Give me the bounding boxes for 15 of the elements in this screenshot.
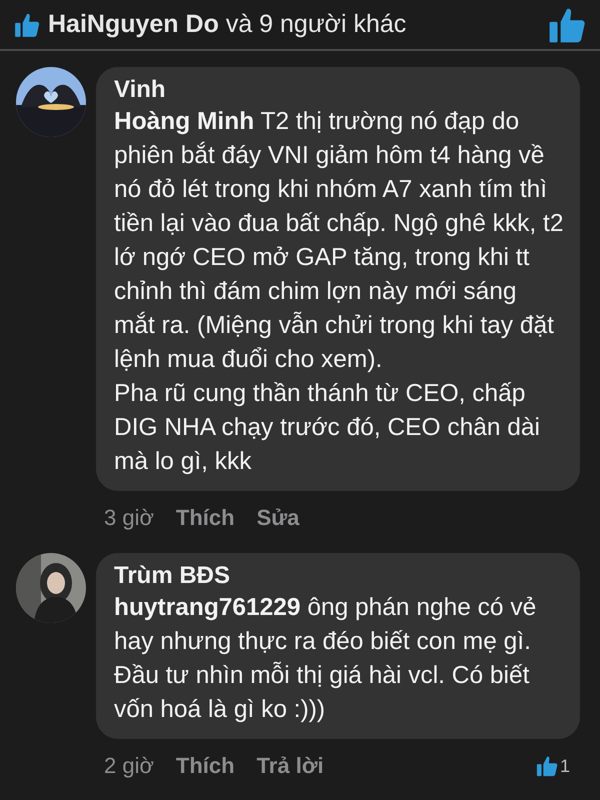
like-icon — [14, 12, 40, 38]
like-count: 1 — [560, 756, 570, 776]
comment-text: Pha rũ cung thần thánh từ CEO, chấp DIG NHA chạy trước đó, CEO chân dài mà lo gì, kkk — [114, 379, 541, 477]
likes-summary[interactable]: HaiNguyen Do và 9 người khác — [48, 10, 540, 39]
comment-text: huytrang761229 ông phán nghe có vẻ hay nhưng thực ra đéo biết con mẹ gì. Đầu tư nhìn mỗi thị giá hài vcl. Có biết vốn hoá là gì ko :))) — [114, 593, 538, 725]
comment-action[interactable]: Trả lời — [256, 753, 324, 779]
comment-author[interactable]: Trùm BĐS — [114, 561, 564, 591]
comment-time: 2 giờ — [104, 753, 154, 779]
comment-time: 3 giờ — [104, 505, 154, 531]
comment-action[interactable]: Thích — [176, 505, 235, 531]
comment-text: Hoàng Minh T2 thị trường nó đạp do phiên bắt đáy VNI giảm hôm t4 hàng về nó đỏ lét trong khi nhóm A7 xanh tím thì tiền lại vào đua bất chấp. Ngộ ghê kkk, t2 lớ ngớ CEO mở GAP tăng, trong khi tt chỉnh thì đám chim lợn này mới sáng mắt ra. (Miệng vẫn chửi trong khi tay đặt lệnh mua đuổi cho xem). — [114, 107, 564, 375]
comment-author[interactable]: Vinh — [114, 75, 564, 105]
like-icon — [536, 755, 558, 777]
comment-action[interactable]: Sửa — [256, 505, 300, 531]
comment-action[interactable]: Thích — [176, 753, 235, 779]
